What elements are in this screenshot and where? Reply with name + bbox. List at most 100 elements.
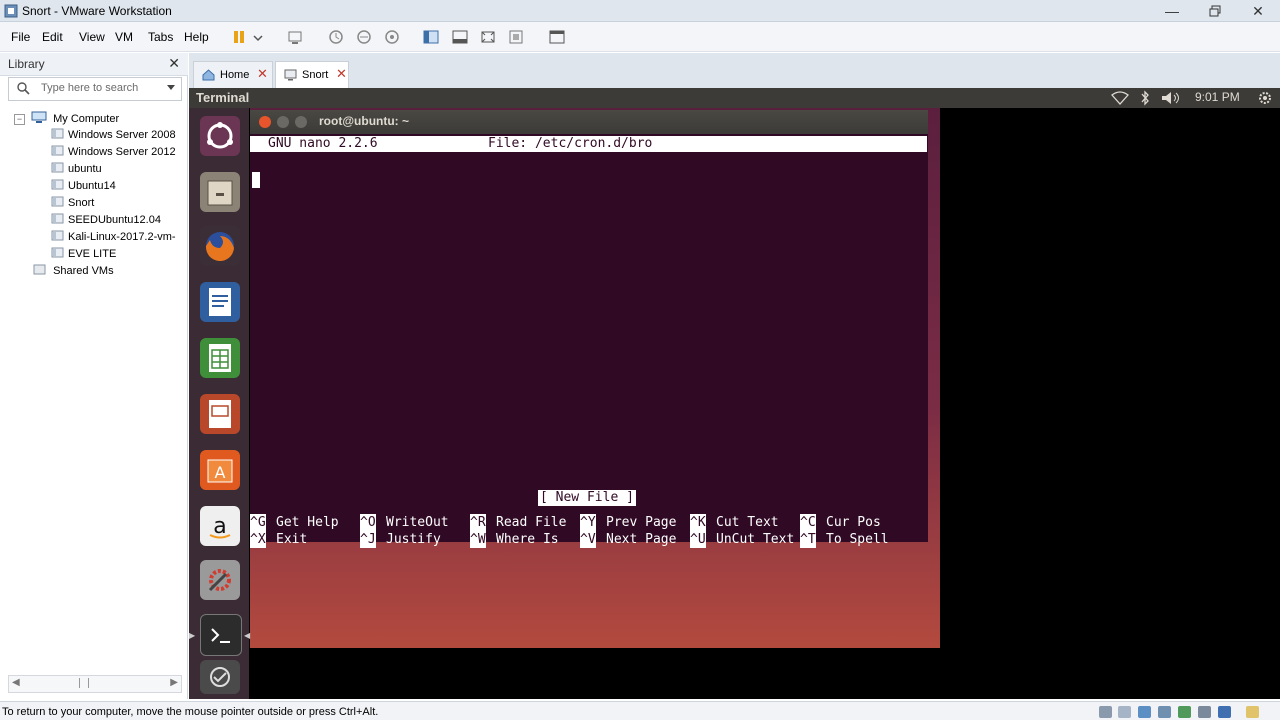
- revert-snapshot-icon[interactable]: [355, 28, 373, 46]
- menu-view[interactable]: View: [79, 30, 105, 44]
- close-tab-home-icon[interactable]: ✕: [257, 66, 268, 82]
- library-panel: Library ✕ Type here to search − My Compu…: [0, 53, 188, 699]
- firefox-icon: [205, 232, 234, 262]
- tab-home[interactable]: Home ✕: [193, 61, 273, 89]
- tree-item-vm[interactable]: Windows Server 2008: [51, 128, 176, 145]
- console-view-icon[interactable]: [548, 28, 566, 46]
- terminal-icon: [211, 628, 230, 643]
- launcher-impress[interactable]: [200, 394, 240, 434]
- status-message: To return to your computer, move the mou…: [2, 706, 379, 718]
- nano-editor[interactable]: GNU nano 2.2.6 File: /etc/cron.d/bro [ N…: [250, 134, 928, 548]
- ubuntu-top-panel: Terminal 9:01 PM: [189, 88, 1280, 108]
- vm-icon: [51, 145, 64, 156]
- launcher-system-settings[interactable]: [200, 560, 240, 600]
- close-button[interactable]: ✕: [1238, 0, 1278, 22]
- sound-card-icon[interactable]: [1178, 706, 1191, 718]
- terminal-close-button[interactable]: [259, 116, 271, 128]
- collapse-icon[interactable]: −: [14, 114, 25, 125]
- vmware-app-icon: [4, 4, 18, 18]
- close-tab-snort-icon[interactable]: ✕: [336, 66, 347, 82]
- launcher-software-center[interactable]: A: [200, 450, 240, 490]
- nano-status-message: [ New File ]: [538, 490, 636, 506]
- active-indicator-right: ◀: [244, 631, 251, 640]
- tree-item-vm[interactable]: Windows Server 2012: [51, 145, 176, 162]
- menu-edit[interactable]: Edit: [42, 30, 63, 44]
- tree-item-vm[interactable]: Kali-Linux-2017.2-vm-: [51, 230, 176, 247]
- bluetooth-icon[interactable]: [1140, 90, 1150, 106]
- library-horizontal-scrollbar[interactable]: ◀ ▶: [8, 675, 182, 693]
- message-log-icon[interactable]: [1246, 706, 1259, 718]
- library-title: Library: [8, 57, 45, 71]
- show-library-icon[interactable]: [422, 28, 440, 46]
- launcher-updater[interactable]: [200, 660, 240, 694]
- thumbnail-bar-icon[interactable]: [451, 28, 469, 46]
- send-ctrl-alt-del-icon[interactable]: [286, 28, 304, 46]
- full-screen-icon[interactable]: [479, 28, 497, 46]
- scroll-thumb[interactable]: [79, 678, 89, 688]
- terminal-maximize-button[interactable]: [295, 116, 307, 128]
- nano-shortcut-key: ^R: [470, 514, 486, 531]
- chevron-down-icon[interactable]: [252, 28, 264, 46]
- settings-gear-icon[interactable]: [1257, 90, 1273, 106]
- tree-item-shared-vms[interactable]: Shared VMs: [33, 264, 114, 281]
- libreoffice-writer-icon: [209, 288, 231, 316]
- menu-tabs[interactable]: Tabs: [148, 30, 173, 44]
- menu-file[interactable]: File: [11, 30, 30, 44]
- software-updater-icon: [210, 667, 230, 687]
- nano-shortcut-label: Where Is: [496, 532, 559, 547]
- tree-label-vm: SEEDUbuntu12.04: [68, 214, 161, 226]
- menu-vm[interactable]: VM: [115, 30, 133, 44]
- tree-item-vm[interactable]: Snort: [51, 196, 94, 213]
- vm-icon: [51, 128, 64, 139]
- launcher-calc[interactable]: [200, 338, 240, 378]
- ubuntu-logo-icon: [207, 122, 233, 149]
- network-icon[interactable]: [1111, 91, 1129, 105]
- launcher-firefox[interactable]: [200, 226, 240, 266]
- tree-item-vm[interactable]: ubuntu: [51, 162, 102, 179]
- hard-disk-icon[interactable]: [1099, 706, 1112, 718]
- tree-item-my-computer[interactable]: − My Computer: [14, 111, 119, 128]
- tree-item-vm[interactable]: EVE LITE: [51, 247, 116, 264]
- tree-item-vm[interactable]: SEEDUbuntu12.04: [51, 213, 161, 230]
- printer-icon[interactable]: [1198, 706, 1211, 718]
- tree-label-vm: Windows Server 2012: [68, 146, 176, 158]
- pause-icon[interactable]: [230, 28, 248, 46]
- display-icon[interactable]: [1218, 706, 1231, 718]
- tree-label-vm: Snort: [68, 197, 95, 209]
- tab-snort[interactable]: Snort ✕: [275, 61, 349, 89]
- terminal-window[interactable]: root@ubuntu: ~ GNU nano 2.2.6 File: /etc…: [250, 110, 928, 548]
- scroll-left-icon[interactable]: ◀: [12, 677, 20, 688]
- menu-help[interactable]: Help: [184, 30, 209, 44]
- terminal-title-bar[interactable]: root@ubuntu: ~: [250, 110, 928, 134]
- terminal-minimize-button[interactable]: [277, 116, 289, 128]
- unity-icon[interactable]: [507, 28, 525, 46]
- close-library-icon[interactable]: ✕: [168, 55, 180, 72]
- launcher-amazon[interactable]: a: [200, 506, 240, 546]
- nano-shortcut-label: UnCut Text: [716, 532, 795, 547]
- tree-label-my-computer: My Computer: [53, 113, 120, 125]
- nano-shortcut-label: Read File: [496, 515, 567, 530]
- scroll-right-icon[interactable]: ▶: [170, 677, 178, 688]
- launcher-files[interactable]: [200, 172, 240, 212]
- ubuntu-launcher: A a ▶ ◀: [189, 108, 251, 699]
- snapshot-manager-icon[interactable]: [383, 28, 401, 46]
- library-search-input[interactable]: Type here to search: [8, 77, 182, 101]
- cd-dvd-icon[interactable]: [1118, 706, 1131, 718]
- minimize-button[interactable]: —: [1152, 0, 1192, 22]
- restore-button[interactable]: [1195, 0, 1235, 22]
- launcher-writer[interactable]: [200, 282, 240, 322]
- launcher-terminal[interactable]: [200, 614, 242, 656]
- nano-filename: File: /etc/cron.d/bro: [488, 136, 653, 151]
- usb-icon[interactable]: [1158, 706, 1171, 718]
- volume-icon[interactable]: [1161, 91, 1181, 105]
- snapshot-icon[interactable]: [327, 28, 345, 46]
- tree-item-vm[interactable]: Ubuntu14: [51, 179, 116, 196]
- nano-shortcut-label: WriteOut: [386, 515, 449, 530]
- clock[interactable]: 9:01 PM: [1195, 90, 1240, 104]
- tree-label-vm: Kali-Linux-2017.2-vm-: [68, 231, 176, 243]
- nano-version: GNU nano 2.2.6: [268, 136, 378, 151]
- nano-shortcut-key: ^U: [690, 531, 706, 548]
- launcher-dash[interactable]: [200, 116, 240, 156]
- network-adapter-icon[interactable]: [1138, 706, 1151, 718]
- search-dropdown-icon[interactable]: [167, 85, 175, 90]
